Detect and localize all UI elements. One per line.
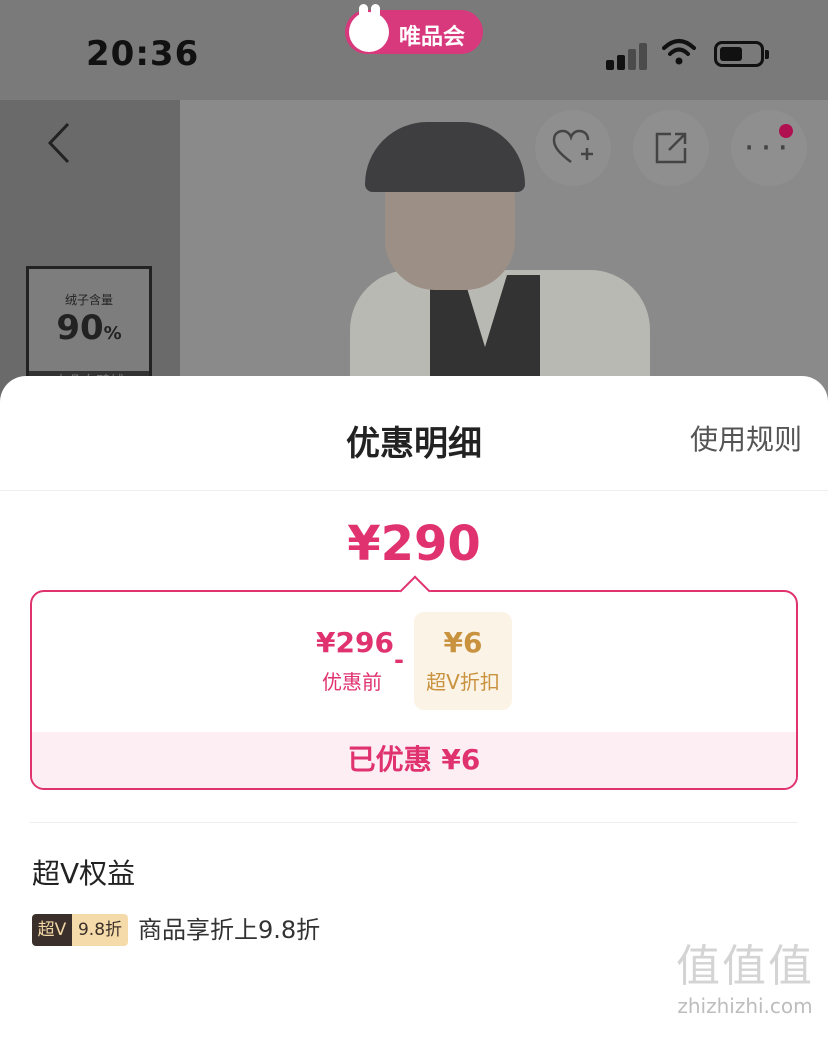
status-time: 20:36 <box>86 34 200 74</box>
app-indicator-pill[interactable]: 唯品会 <box>345 4 483 54</box>
status-bar: 20:36 唯品会 <box>0 0 828 100</box>
chip-left-label: 超V <box>32 914 72 946</box>
rights-description: 商品享折上9.8折 <box>138 916 321 944</box>
cellular-signal-icon <box>606 42 648 70</box>
battery-icon <box>714 41 769 67</box>
rabbit-logo-icon <box>349 4 389 52</box>
chip-right-label: 9.8折 <box>72 914 128 946</box>
final-price: ¥290 <box>347 516 481 572</box>
watermark: 值值值 zhizhizhi.com <box>670 930 820 1018</box>
divider <box>0 490 828 491</box>
section-divider <box>30 822 798 823</box>
badge-small-text: 绒子含量 <box>64 293 113 307</box>
super-v-chip: 超V 9.8折 <box>32 914 128 946</box>
price-breakdown-box: ¥296 优惠前 - ¥6 超V折扣 已优惠 ¥6 <box>30 575 798 790</box>
discount-card: ¥6 超V折扣 <box>414 612 512 710</box>
minus-sign: - <box>394 646 404 674</box>
box-pointer <box>399 575 431 607</box>
heart-plus-icon <box>552 129 593 163</box>
app-name: 唯品会 <box>399 25 466 50</box>
share-icon <box>655 132 687 164</box>
watermark-url: zhizhizhi.com <box>677 994 813 1018</box>
more-button[interactable]: ··· <box>731 110 807 186</box>
watermark-glyphs: 值值值 <box>676 941 814 992</box>
rights-title: 超V权益 <box>32 857 136 890</box>
original-price: ¥296 <box>316 626 394 659</box>
badge-percent: 90% <box>56 308 122 348</box>
discount-label: 超V折扣 <box>426 670 500 694</box>
usage-rules-link[interactable]: 使用规则 <box>690 418 802 458</box>
notification-dot <box>779 124 793 138</box>
back-button[interactable] <box>30 118 90 178</box>
original-price-label: 优惠前 <box>322 670 382 694</box>
favorite-button[interactable] <box>535 110 611 186</box>
discount-detail-sheet: 优惠明细 使用规则 ¥290 ¥296 优惠前 - ¥6 超V折扣 已优惠 ¥6… <box>0 376 828 1044</box>
discount-amount: ¥6 <box>443 626 483 659</box>
wifi-icon <box>662 38 696 74</box>
cap-shape <box>365 122 525 192</box>
total-saved: 已优惠 ¥6 <box>32 732 796 788</box>
share-button[interactable] <box>633 110 709 186</box>
